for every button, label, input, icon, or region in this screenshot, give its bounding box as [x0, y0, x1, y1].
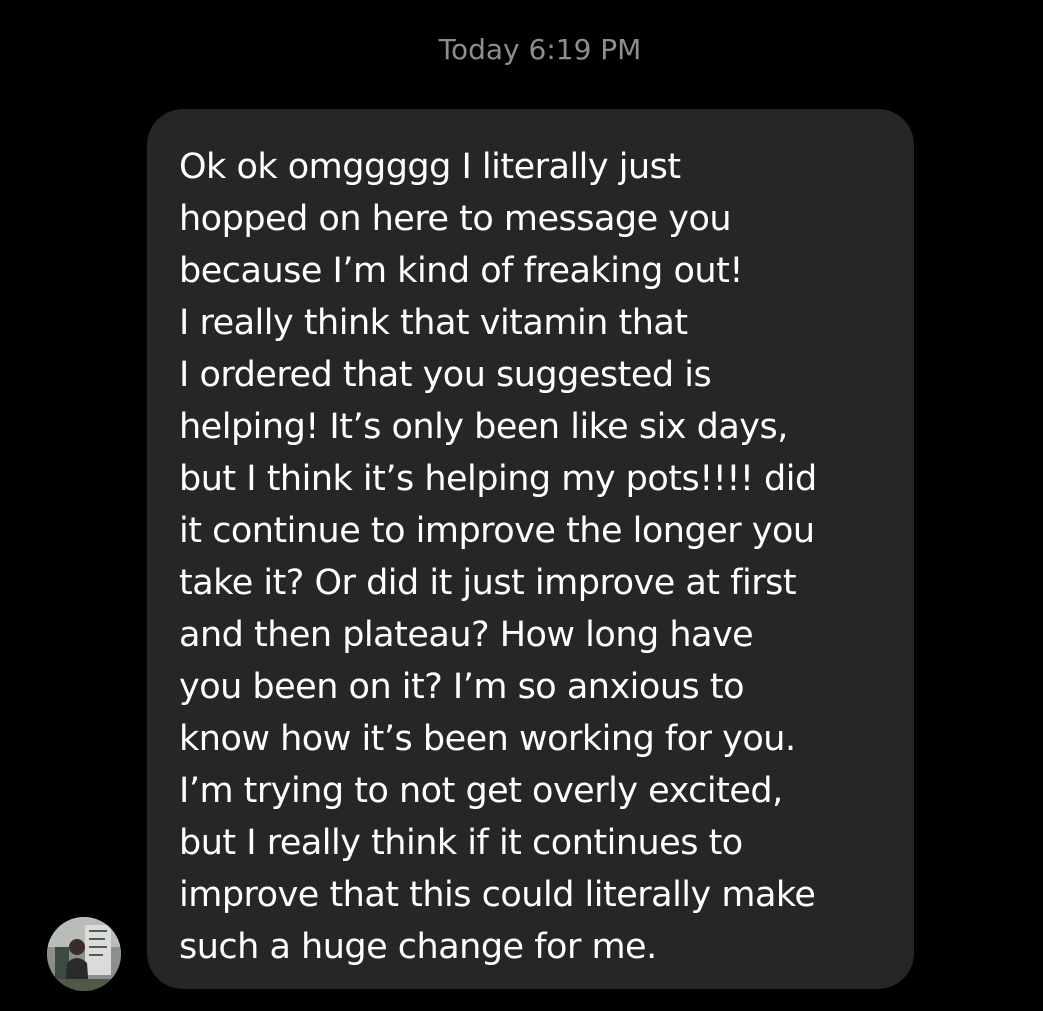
- message-line: you been on it? I’m so anxious to: [179, 667, 745, 707]
- message-line: I really think that vitamin that: [179, 303, 688, 343]
- message-bubble[interactable]: Ok ok omggggg I literally just hopped on…: [147, 109, 914, 989]
- message-line: take it? Or did it just improve at first: [179, 563, 797, 603]
- avatar[interactable]: [47, 917, 121, 991]
- message-line: helping! It’s only been like six days,: [179, 407, 788, 447]
- profile-photo-icon: [47, 917, 121, 991]
- message-line: it continue to improve the longer you: [179, 511, 815, 551]
- message-line: but I think it’s helping my pots!!!! did: [179, 459, 817, 499]
- message-line: Ok ok omggggg I literally just: [179, 147, 681, 187]
- message-line: and then plateau? How long have: [179, 615, 754, 655]
- message-line: hopped on here to message you: [179, 199, 732, 239]
- timestamp: Today 6:19 PM: [438, 33, 642, 66]
- message-line: know how it’s been working for you.: [179, 719, 796, 759]
- message-line: such a huge change for me.: [179, 927, 657, 967]
- message-line: I ordered that you suggested is: [179, 355, 712, 395]
- message-line: because I’m kind of freaking out!: [179, 251, 743, 291]
- message-line: I’m trying to not get overly excited,: [179, 771, 783, 811]
- message-line: improve that this could literally make: [179, 875, 816, 915]
- message-line: but I really think if it continues to: [179, 823, 743, 863]
